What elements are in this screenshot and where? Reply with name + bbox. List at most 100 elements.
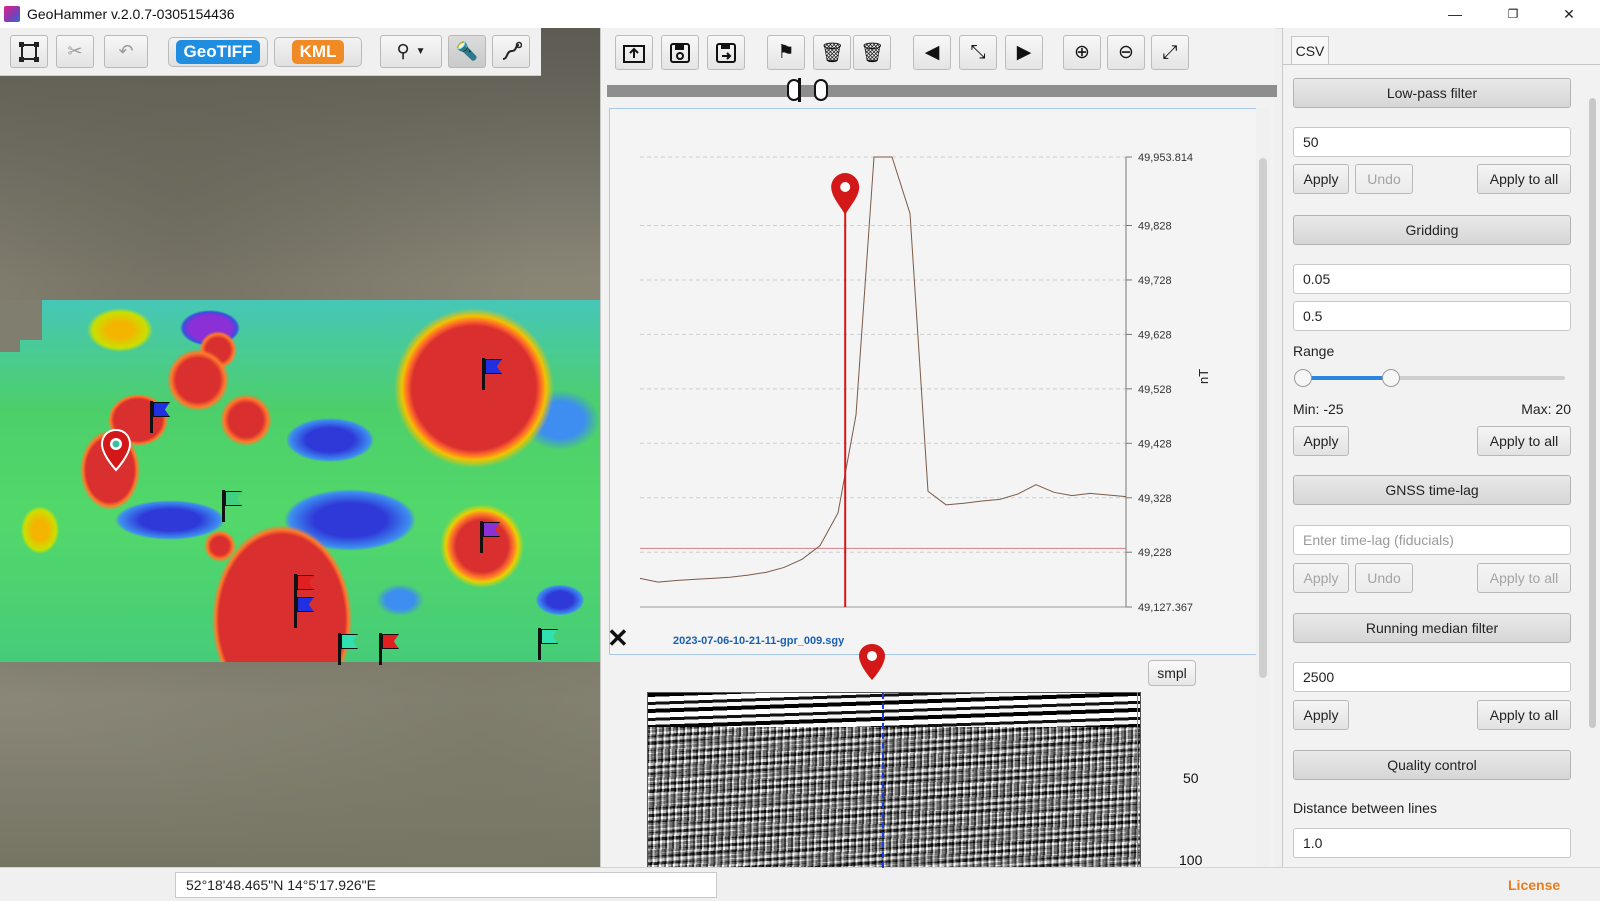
marker-flag-icon[interactable] [292,596,314,628]
chart-tick-label: 49,628 [1138,329,1172,341]
median-apply-button[interactable]: Apply [1293,700,1349,730]
marker-flag-icon[interactable] [377,633,399,665]
chart-series-line [639,156,1127,583]
gpr-cursor-line [882,693,884,868]
smpl-button[interactable]: smpl [1148,660,1196,686]
zoom-in-icon[interactable]: ⊕ [1063,35,1101,70]
range-slider-fill [1305,376,1393,380]
chart-svg: 49,953.814 49,828 49,728 49,628 49,528 49,428… [639,152,1211,614]
marker-flag-icon[interactable] [478,521,500,553]
chart-tick-label: 49,828 [1138,221,1172,233]
map-toolbar: ✂ ↶ GeoTIFF KML ⚲ ▼ 🔦 [0,28,541,76]
lowpass-input[interactable]: 50 [1293,127,1571,157]
geotiff-label: GeoTIFF [175,40,261,64]
lowpass-apply-all-button[interactable]: Apply to all [1477,164,1571,194]
close-icon[interactable]: ✕ [607,623,629,654]
gnss-timelag-button[interactable]: GNSS time-lag [1293,475,1571,505]
collapse-icon[interactable]: ⤡ [959,35,997,70]
scroll-thumb[interactable] [1259,158,1267,678]
gpr-radargram[interactable] [647,692,1141,869]
lowpass-filter-button[interactable]: Low-pass filter [1293,78,1571,108]
flashlight-icon[interactable]: 🔦 [448,35,486,68]
profile-panel: ⚑ 🗑 🗑 ◀ ⤡ ▶ ⊕ ⊖ ⤢ 49,953.814 49,828 49,728… [600,28,1277,896]
save-as-icon[interactable] [707,35,745,70]
delete-all-icon[interactable]: 🗑 [853,35,891,70]
quality-control-button[interactable]: Quality control [1293,750,1571,780]
window-title: GeoHammer v.2.0.7-0305154436 [27,6,235,22]
gpr-file-name: 2023-07-06-10-21-11-gpr_009.sgy [673,635,845,647]
running-median-button[interactable]: Running median filter [1293,613,1571,643]
range-center-marker[interactable] [798,78,801,102]
geotiff-button[interactable]: GeoTIFF [168,37,268,67]
range-max-handle[interactable] [1382,369,1400,387]
restore-button[interactable]: ❐ [1490,0,1536,28]
tab-csv[interactable]: CSV [1291,36,1329,65]
chart-pin-dot [840,182,851,192]
lowpass-apply-button[interactable]: Apply [1293,164,1349,194]
coordinates-field[interactable]: 52°18'48.465"N 14°5'17.926"E [175,872,717,898]
chart-y-label: nT [1196,369,1211,384]
chart-tick-label: 49,228 [1138,547,1172,559]
undo-icon[interactable]: ↶ [104,35,148,68]
chart-tick-label: 49,728 [1138,275,1172,287]
map-style-dropdown[interactable]: ⚲ ▼ [380,35,442,68]
open-file-icon[interactable] [615,35,653,70]
marker-flag-icon[interactable] [336,633,358,665]
median-input[interactable]: 2500 [1293,662,1571,692]
chart-tick-label: 49,528 [1138,384,1172,396]
fit-view-icon[interactable] [10,35,48,68]
gridding-cell-input[interactable]: 0.05 [1293,264,1571,294]
zoom-out-icon[interactable]: ⊖ [1107,35,1145,70]
scroll-thumb[interactable] [1589,98,1596,728]
heatmap-gap [0,300,20,352]
location-pin-icon[interactable] [100,428,132,472]
profile-toolbar: ⚑ 🗑 🗑 ◀ ⤡ ▶ ⊕ ⊖ ⤢ [601,28,1275,78]
chevron-down-icon: ▼ [415,46,426,57]
range-min-handle[interactable] [1294,369,1312,387]
close-button[interactable]: ✕ [1546,0,1592,28]
gpr-location-pin-icon[interactable] [857,642,887,682]
profile-scrollbar[interactable] [1256,108,1270,896]
chart-location-pin-icon[interactable] [831,173,860,215]
gpr-tick-label: 50 [1183,770,1199,786]
arrow-right-icon[interactable]: ▶ [1005,35,1043,70]
minimize-button[interactable]: — [1432,0,1478,28]
median-apply-all-button[interactable]: Apply to all [1477,700,1571,730]
license-link[interactable]: License [1508,877,1560,893]
save-icon[interactable] [661,35,699,70]
expand-icon[interactable]: ⤢ [1151,35,1189,70]
marker-flag-icon[interactable] [148,401,170,433]
gpr-tick-label: 100 [1179,852,1203,868]
gridding-blank-input[interactable]: 0.5 [1293,301,1571,331]
distance-input[interactable]: 1.0 [1293,828,1571,858]
range-bar[interactable] [607,85,1277,97]
gridding-apply-button[interactable]: Apply [1293,426,1349,456]
range-max-label: Max: 20 [1521,401,1571,417]
marker-flag-icon[interactable] [220,490,242,522]
magnetic-chart[interactable]: 49,953.814 49,828 49,728 49,628 49,528 49,428… [609,108,1259,655]
gridding-button[interactable]: Gridding [1293,215,1571,245]
distance-label: Distance between lines [1293,800,1437,816]
gpr-axis [1137,692,1138,867]
settings-panel: CSV Low-pass filter 50 Apply Undo Apply … [1282,28,1600,867]
chart-tick-label: 49,428 [1138,438,1172,450]
kml-button[interactable]: KML [274,37,362,67]
map-pin-person-icon: ⚲ [396,41,410,61]
gnss-apply-all-button[interactable]: Apply to all [1477,563,1571,593]
title-bar: GeoHammer v.2.0.7-0305154436 — ❐ ✕ [0,0,1600,29]
lowpass-undo-button[interactable]: Undo [1355,164,1413,194]
timelag-input[interactable]: Enter time-lag (fiducials) [1293,525,1571,555]
delete-icon[interactable]: 🗑 [813,35,851,70]
range-handle-right[interactable] [814,79,828,101]
marker-flag-icon[interactable] [536,628,558,660]
gridding-apply-all-button[interactable]: Apply to all [1477,426,1571,456]
map-view[interactable] [0,28,600,867]
arrow-left-icon[interactable]: ◀ [913,35,951,70]
marker-flag-icon[interactable] [480,358,502,390]
gnss-apply-button[interactable]: Apply [1293,563,1349,593]
scissors-icon[interactable]: ✂ [56,35,94,68]
settings-scrollbar[interactable] [1585,68,1599,858]
add-flag-icon[interactable]: ⚑ [767,35,805,70]
route-icon[interactable] [492,35,530,68]
gnss-undo-button[interactable]: Undo [1355,563,1413,593]
